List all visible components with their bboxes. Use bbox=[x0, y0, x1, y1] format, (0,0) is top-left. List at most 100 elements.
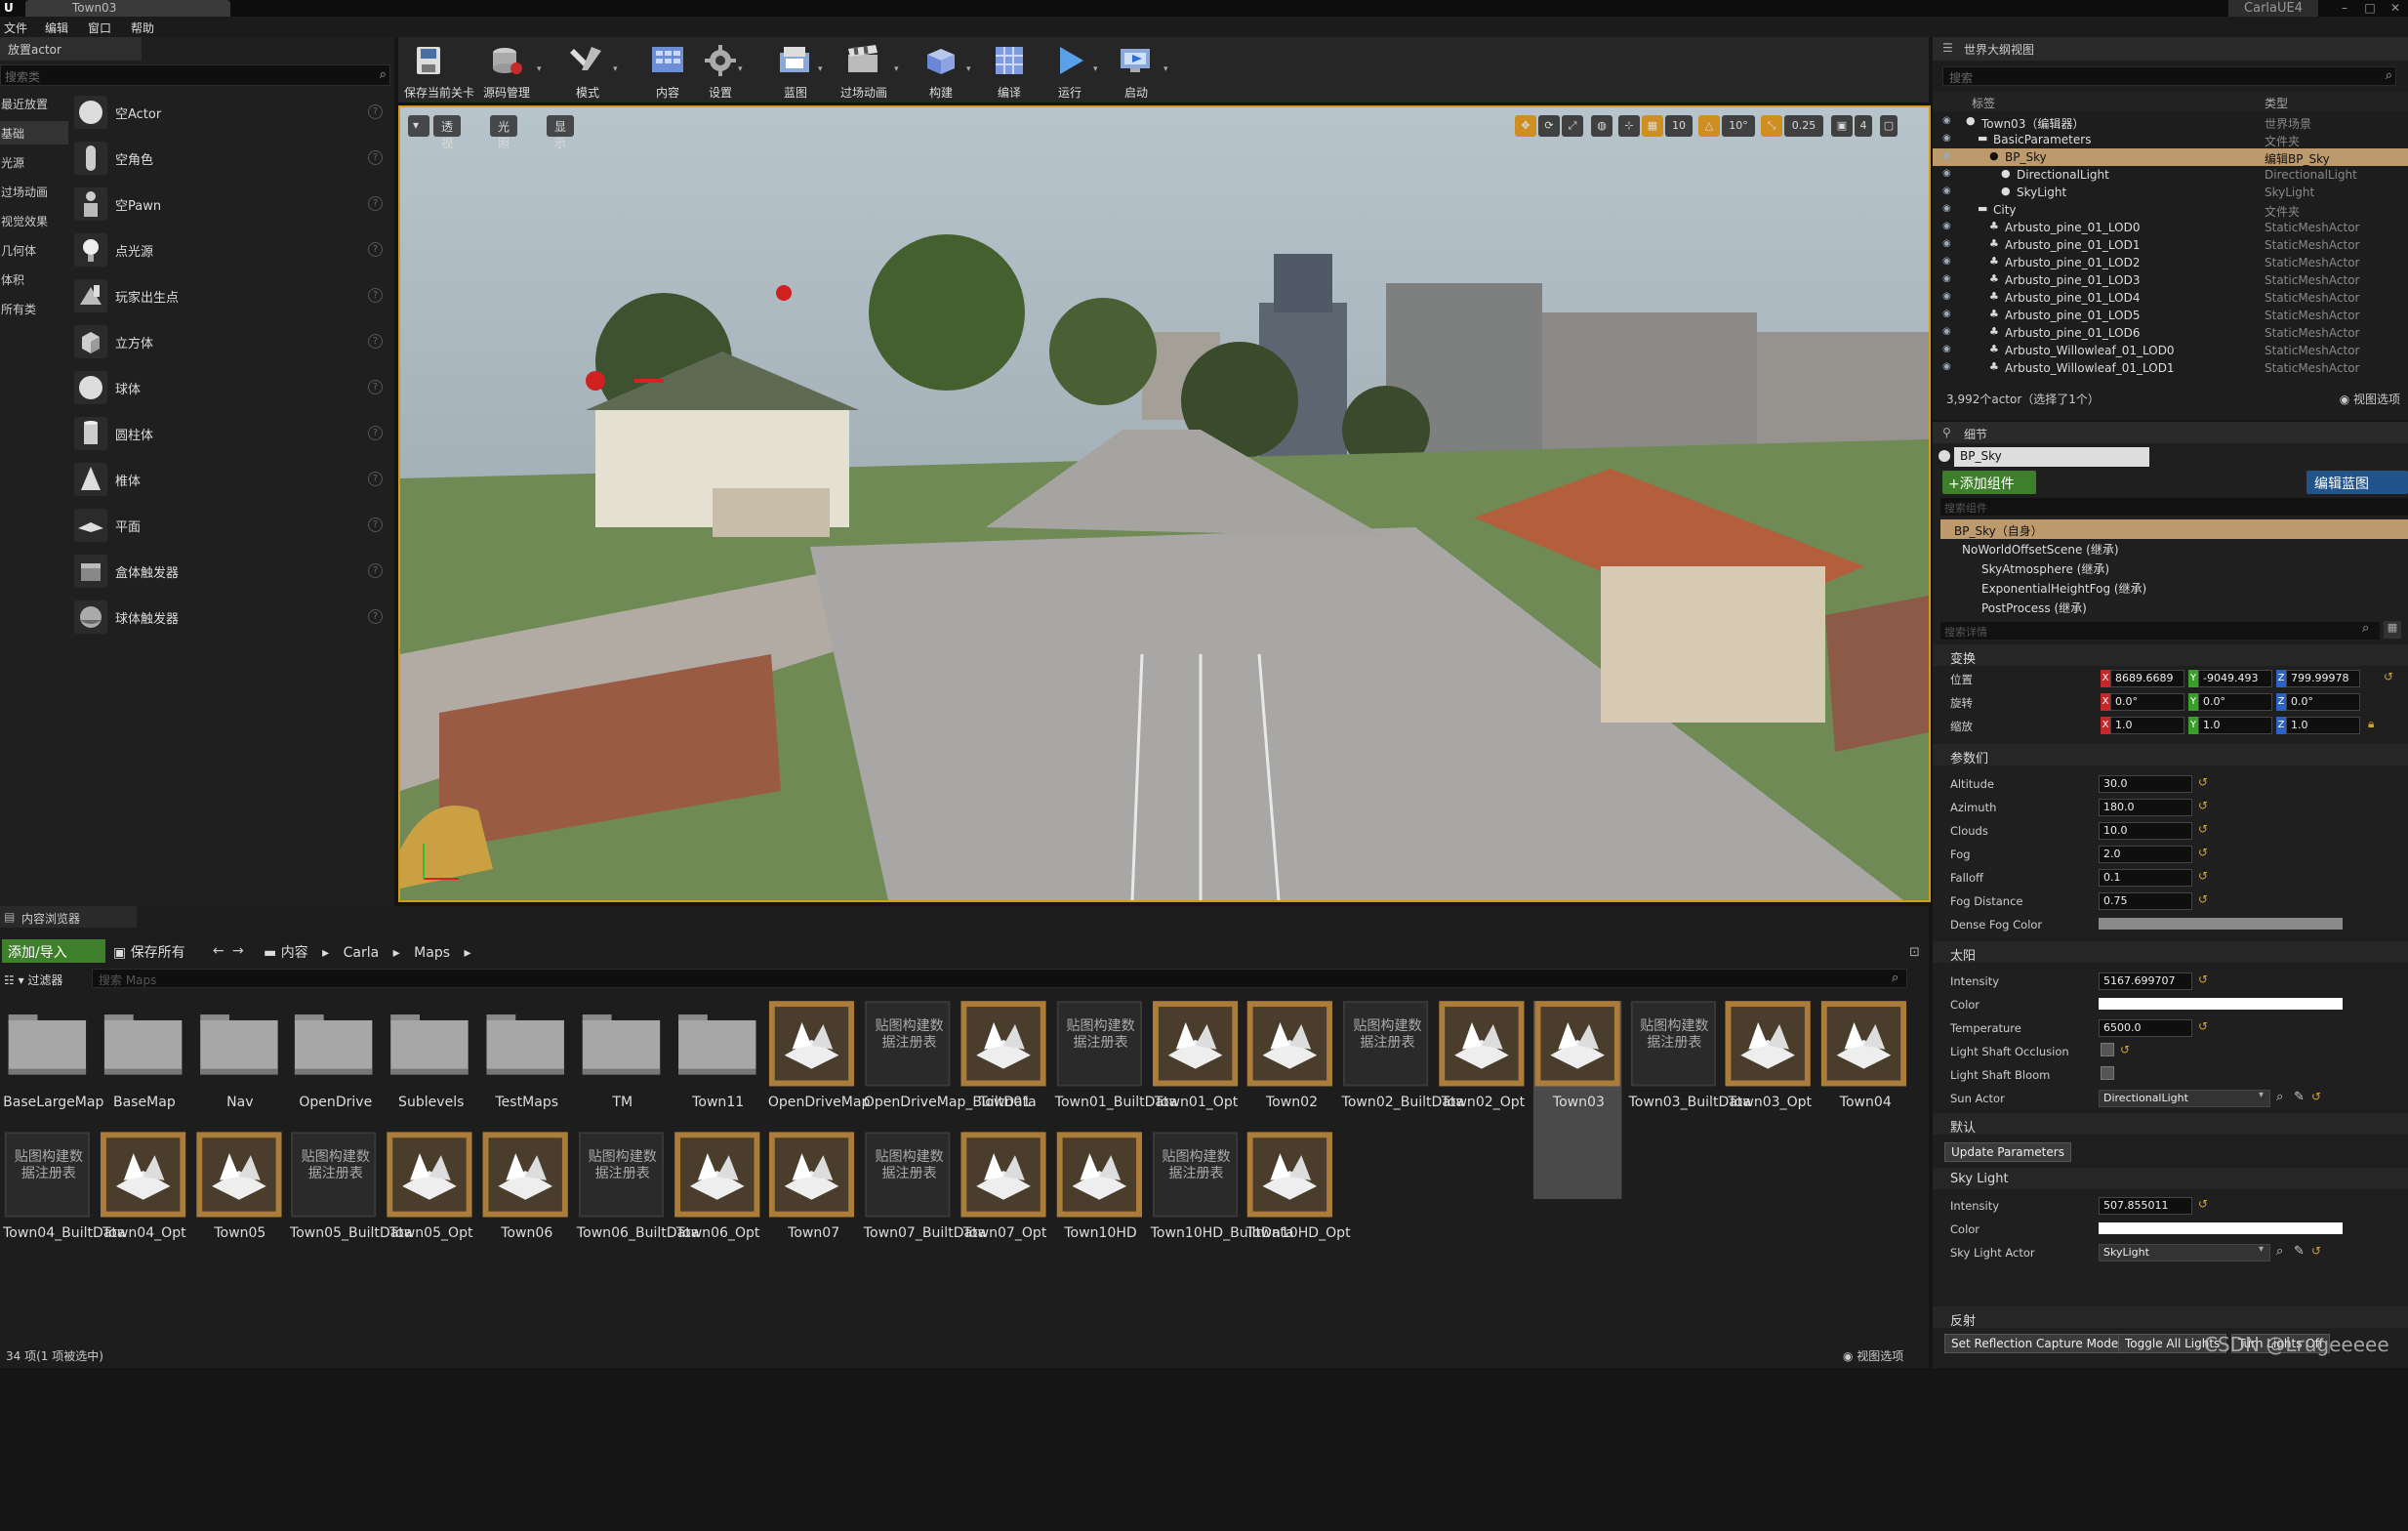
asset-tile[interactable]: 贴图构建数据注册表 Town05_BuiltData bbox=[290, 1132, 412, 1330]
visibility-eye-icon[interactable]: ◉ bbox=[1942, 344, 1956, 355]
class-search-input[interactable]: 搜索类 bbox=[0, 64, 390, 86]
source-control-button[interactable]: 源码管理 bbox=[482, 39, 531, 102]
dense-fog-color-swatch[interactable] bbox=[2099, 918, 2343, 930]
help-icon[interactable]: ? bbox=[368, 334, 383, 349]
compile-button[interactable]: 编译 bbox=[986, 39, 1033, 102]
actor-cylinder[interactable]: 圆柱体 ? bbox=[68, 411, 390, 456]
scale-tool-icon[interactable]: ⤢ bbox=[1562, 115, 1583, 137]
maximize-icon[interactable]: □ bbox=[2363, 2, 2377, 14]
camera-speed-value[interactable]: 4 bbox=[1855, 115, 1872, 137]
filters-button[interactable]: ☷ ▾ 过滤器 bbox=[4, 972, 62, 988]
reset-arrow-icon[interactable]: ↺ bbox=[2198, 799, 2208, 812]
visibility-eye-icon[interactable]: ◉ bbox=[1942, 168, 1956, 180]
outliner-row[interactable]: ◉ ● DirectionalLight DirectionalLight bbox=[1933, 166, 2408, 184]
location-x-input[interactable]: 8689.6689 bbox=[2110, 670, 2184, 687]
reset-arrow-icon[interactable]: ↺ bbox=[2198, 869, 2208, 883]
component-row[interactable]: SkyAtmosphere (继承) bbox=[1981, 560, 2109, 578]
outliner-row[interactable]: ◉ ♣ Arbusto_pine_01_LOD3 StaticMeshActor bbox=[1933, 271, 2408, 289]
blueprint-button[interactable]: 蓝图 bbox=[771, 39, 820, 102]
content-button[interactable]: 内容 bbox=[644, 39, 691, 102]
actor-empty-character[interactable]: 空角色 ? bbox=[68, 136, 390, 181]
actor-cone[interactable]: 椎体 ? bbox=[68, 457, 390, 502]
perspective-button[interactable]: 透视 bbox=[433, 115, 462, 150]
visibility-eye-icon[interactable]: ◉ bbox=[1942, 150, 1956, 162]
maximize-viewport-icon[interactable]: ▢ bbox=[1880, 115, 1898, 137]
actor-sphere[interactable]: 球体 ? bbox=[68, 365, 390, 410]
viewport-menu-button[interactable]: ▾ bbox=[408, 115, 429, 137]
rotation-y-input[interactable]: 0.0° bbox=[2198, 693, 2272, 711]
asset-tile[interactable]: Town10HD bbox=[1055, 1132, 1143, 1330]
outliner-row[interactable]: ◉ ▬ City 文件夹 bbox=[1933, 201, 2408, 219]
help-icon[interactable]: ? bbox=[368, 517, 383, 532]
asset-tile[interactable]: Town04_Opt bbox=[99, 1132, 186, 1330]
camera-speed-icon[interactable]: ▣ bbox=[1831, 115, 1853, 137]
reset-arrow-icon[interactable]: ↺ bbox=[2198, 846, 2208, 859]
asset-tile[interactable]: Town04 bbox=[1819, 1001, 1907, 1199]
content-view-options[interactable]: ◉ 视图选项 bbox=[1843, 1347, 1903, 1364]
lock-icon[interactable]: ⊡ bbox=[1909, 945, 1920, 960]
transform-section-header[interactable]: 变换 bbox=[1933, 644, 2408, 667]
asset-tile[interactable]: Town02_Opt bbox=[1438, 1001, 1526, 1199]
grid-snap-icon[interactable]: ▦ bbox=[1642, 115, 1663, 137]
asset-tile[interactable]: Town07 bbox=[768, 1132, 856, 1330]
visibility-eye-icon[interactable]: ◉ bbox=[1942, 309, 1956, 320]
modes-button[interactable]: 模式 bbox=[564, 39, 611, 102]
chevron-down-icon[interactable]: ▾ bbox=[1093, 64, 1098, 74]
chevron-down-icon[interactable]: ▾ bbox=[1163, 64, 1168, 74]
component-row[interactable]: NoWorldOffsetScene (继承) bbox=[1962, 541, 2119, 559]
help-icon[interactable]: ? bbox=[368, 380, 383, 394]
menu-file[interactable]: 文件 bbox=[4, 20, 27, 36]
outliner-row[interactable]: ◉ ♣ Arbusto_Willowleaf_01_LOD0 StaticMeshAc… bbox=[1933, 342, 2408, 359]
category-visual-effects[interactable]: 视觉效果 bbox=[0, 209, 68, 232]
scale-z-input[interactable]: 1.0 bbox=[2286, 717, 2360, 734]
visibility-eye-icon[interactable]: ◉ bbox=[1942, 361, 1956, 373]
component-row[interactable]: PostProcess (继承) bbox=[1981, 600, 2087, 617]
visibility-eye-icon[interactable]: ◉ bbox=[1942, 115, 1956, 127]
dense-fog-color-label[interactable]: Dense Fog Color bbox=[1950, 918, 2042, 931]
fog-input[interactable]: 2.0 bbox=[2099, 846, 2192, 863]
content-browser-tab[interactable]: 内容浏览器 bbox=[0, 906, 137, 928]
asset-tile[interactable]: 贴图构建数据注册表 Town02_BuiltData bbox=[1342, 1001, 1464, 1199]
root-component-row[interactable]: BP_Sky（自身） bbox=[1940, 519, 2408, 539]
sun-intensity-input[interactable]: 5167.699707 bbox=[2099, 972, 2192, 990]
reset-arrow-icon[interactable]: ↺ bbox=[2384, 670, 2393, 683]
document-tab[interactable]: Town03 bbox=[25, 0, 230, 17]
actor-cube[interactable]: 立方体 ? bbox=[68, 319, 390, 364]
details-tab[interactable]: 细节 bbox=[1933, 422, 2408, 443]
help-icon[interactable]: ? bbox=[368, 242, 383, 257]
reset-arrow-icon[interactable]: ↺ bbox=[2198, 775, 2208, 789]
help-icon[interactable]: ? bbox=[368, 150, 383, 165]
asset-tile[interactable]: Town07_Opt bbox=[959, 1132, 1047, 1330]
outliner-row[interactable]: ◉ ▬ BasicParameters 文件夹 bbox=[1933, 131, 2408, 148]
surface-snap-icon[interactable]: ⊹ bbox=[1618, 115, 1640, 137]
actor-point-light[interactable]: 点光源 ? bbox=[68, 228, 390, 272]
sun-section-header[interactable]: 太阳 bbox=[1933, 941, 2408, 964]
actor-sphere-trigger[interactable]: 球体触发器 ? bbox=[68, 595, 390, 640]
outliner-row[interactable]: ◉ ● BP_Sky 编辑BP_Sky bbox=[1933, 148, 2408, 166]
fog-distance-input[interactable]: 0.75 bbox=[2099, 892, 2192, 910]
world-space-icon[interactable]: ◍ bbox=[1591, 115, 1612, 137]
label-column-header[interactable]: 标签 bbox=[1972, 95, 1995, 111]
help-icon[interactable]: ? bbox=[368, 104, 383, 119]
params-section-header[interactable]: 参数们 bbox=[1933, 744, 2408, 766]
asset-tile[interactable]: 贴图构建数据注册表 Town07_BuiltData bbox=[864, 1132, 986, 1330]
launch-button[interactable]: 启动 bbox=[1113, 39, 1160, 102]
help-icon[interactable]: ? bbox=[368, 288, 383, 303]
build-button[interactable]: 构建 bbox=[918, 39, 964, 102]
visibility-eye-icon[interactable]: ◉ bbox=[1942, 326, 1956, 338]
place-actor-tab[interactable]: 放置actor bbox=[0, 37, 142, 61]
category-all-classes[interactable]: 所有类 bbox=[0, 297, 68, 320]
rotation-z-input[interactable]: 0.0° bbox=[2286, 693, 2360, 711]
asset-tile[interactable]: 贴图构建数据注册表 Town04_BuiltData bbox=[3, 1132, 126, 1330]
category-cinematic[interactable]: 过场动画 bbox=[0, 180, 68, 203]
asset-tile[interactable]: Town06_Opt bbox=[673, 1132, 760, 1330]
outliner-row[interactable]: ◉ ● SkyLight SkyLight bbox=[1933, 184, 2408, 201]
scale-y-input[interactable]: 1.0 bbox=[2198, 717, 2272, 734]
show-button[interactable]: 显示 bbox=[547, 115, 575, 150]
visibility-eye-icon[interactable]: ◉ bbox=[1942, 186, 1956, 197]
save-level-button[interactable]: 保存当前关卡 bbox=[404, 39, 474, 102]
chevron-down-icon[interactable]: ▾ bbox=[537, 64, 542, 74]
asset-tile[interactable]: Town03_Opt bbox=[1725, 1001, 1813, 1199]
asset-tile[interactable]: 贴图构建数据注册表 Town03_BuiltData bbox=[1629, 1001, 1751, 1199]
chevron-down-icon[interactable]: ▾ bbox=[966, 64, 971, 74]
